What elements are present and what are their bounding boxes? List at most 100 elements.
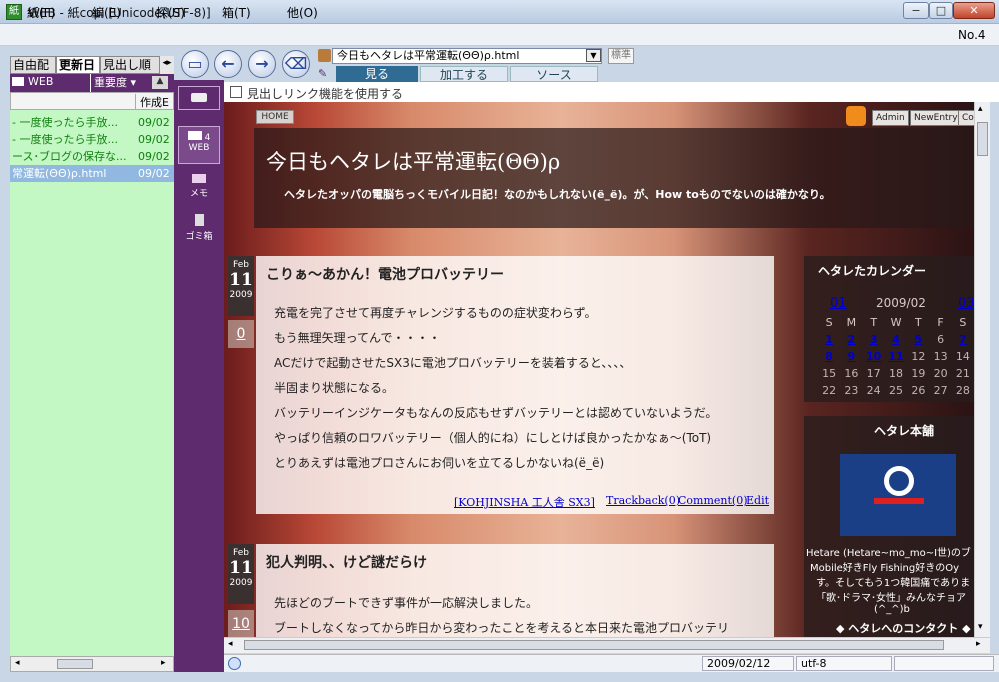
post-title[interactable]: 犯人判明、、けど謎だらけ — [266, 552, 427, 572]
tab-edit[interactable]: 加工する — [420, 66, 508, 82]
menu-other[interactable]: 他(O) — [287, 4, 318, 21]
list-item-title: - 一度使ったら手放... — [12, 133, 118, 146]
url-field[interactable]: 今日もヘタレは平常運転(ΘΘ)ρ.html — [332, 48, 602, 64]
scroll-right-icon[interactable]: ▸ — [976, 639, 981, 649]
calendar-prev-link[interactable]: 01 — [830, 296, 847, 311]
status-encoding: utf-8 — [796, 656, 892, 671]
new-entry-button[interactable]: NewEntry — [910, 110, 962, 126]
scroll-right-icon[interactable]: ▸ — [161, 658, 166, 668]
folder-up-icon[interactable]: ▲ — [152, 76, 168, 89]
scroll-thumb[interactable] — [977, 122, 988, 156]
folder-web[interactable]: 4 WEB — [178, 126, 220, 164]
folder-memo[interactable]: メモ — [178, 174, 220, 204]
minimize-button[interactable]: − — [903, 2, 929, 19]
calendar-day-link[interactable]: 1 — [818, 331, 840, 348]
close-button[interactable]: ✕ — [953, 2, 995, 19]
tab-updated[interactable]: 更新日 — [56, 56, 100, 74]
shop-widget: ヘタレ本舗 Hetare (Hetare~mo_mo~Ⅰ世)のブ Mobile好… — [804, 416, 974, 637]
column-created[interactable]: 作成E — [135, 94, 169, 109]
trackback-link[interactable]: Trackback(0) — [606, 494, 680, 507]
calendar-day: 26 — [911, 384, 926, 397]
calendar-day: 19 — [911, 367, 926, 380]
list-item-date: 09/02 — [138, 116, 170, 129]
list-item[interactable]: - 一度使ったら手放... 09/02 — [10, 114, 174, 131]
calendar-day: 20 — [933, 367, 948, 380]
post-title[interactable]: こりぁ～あかん！電池プロバッテリー — [266, 264, 504, 284]
scroll-up-icon[interactable]: ▴ — [978, 104, 983, 114]
delete-button[interactable]: ⌫ — [282, 50, 310, 78]
calendar-day-link[interactable]: 5 — [907, 331, 929, 348]
calendar-day-link[interactable]: 3 — [863, 331, 885, 348]
menu-box[interactable]: 箱(T) — [222, 4, 251, 21]
comment-count[interactable]: 10 — [228, 610, 254, 637]
list-item-selected[interactable]: 常運転(ΘΘ)ρ.html 09/02 — [10, 165, 174, 182]
rss-icon[interactable] — [846, 106, 866, 126]
shop-desc: Mobile好きFly Fishing好きのOy — [810, 563, 960, 574]
blog-title[interactable]: 今日もヘタレは平常運転(ΘΘ)ρ — [266, 146, 560, 176]
calendar-week: 1234567 — [818, 331, 974, 348]
more-button[interactable]: Co — [958, 110, 974, 126]
calendar-next-link[interactable]: 03 — [958, 296, 974, 311]
calendar-day: 14 — [955, 350, 970, 363]
headline-link-checkbox[interactable] — [230, 86, 242, 98]
edit-link[interactable]: Edit — [746, 494, 769, 507]
calendar-weekdays: SMTWTFS — [818, 314, 974, 331]
list-item-date: 09/02 — [138, 167, 170, 180]
status-date: 2009/02/12 — [702, 656, 794, 671]
calendar-day-link[interactable]: 11 — [885, 348, 907, 365]
tab-headline[interactable]: 見出し順 — [100, 56, 160, 74]
calendar-day-link[interactable]: 2 — [840, 331, 862, 348]
post-line: とりあえずは電池プロさんにお伺いを立てるしかないね(ë_ë) — [274, 456, 605, 470]
calendar-day-link[interactable]: 4 — [885, 331, 907, 348]
admin-button[interactable]: Admin — [872, 110, 909, 126]
list-header: WEB 重要度 ▾ ▲ — [10, 74, 174, 92]
scroll-left-icon[interactable]: ◂ — [15, 658, 20, 668]
left-horizontal-scrollbar[interactable]: ◂ ▸ — [10, 656, 174, 672]
calendar-day-link[interactable]: 10 — [863, 348, 885, 365]
contact-link[interactable]: ◆ ヘタレへのコンタクト ◆ — [836, 620, 971, 636]
calendar-day-link[interactable]: 8 — [818, 348, 840, 365]
onsen-roof-mark — [874, 498, 924, 522]
calendar-widget: ヘタレたカレンダー 01 2009/02 03 SMTWTFS 1234567 … — [804, 256, 974, 402]
category-link[interactable]: [KOHJINSHA 工人舎 SX3] — [454, 494, 595, 510]
list-item[interactable]: ース･ブログの保存な... 09/02 — [10, 148, 174, 165]
scroll-thumb[interactable] — [244, 640, 944, 650]
tab-source[interactable]: ソース — [510, 66, 598, 82]
sort-dropdown[interactable]: 重要度 ▾ — [90, 74, 136, 92]
new-page-button[interactable]: ▭ — [181, 50, 209, 78]
blog-subtitle: ヘタレたオッパの電脳ちっくモバイル日記！なのかもしれない(ë_ë)。が、How … — [284, 188, 831, 201]
shop-banner-image[interactable] — [840, 454, 956, 536]
list-item-title: ース･ブログの保存な... — [12, 150, 127, 163]
post-date: Feb 11 2009 — [228, 544, 254, 604]
menu-edit[interactable]: 編(E) — [92, 4, 121, 21]
post-month: Feb — [233, 260, 249, 270]
standard-button[interactable]: 標準 — [608, 48, 634, 64]
home-button[interactable]: HOME — [256, 110, 294, 124]
web-horizontal-scrollbar[interactable]: ◂ ▸ — [224, 637, 990, 653]
web-vertical-scrollbar[interactable]: ▴ ▾ — [974, 102, 990, 637]
calendar-day: 22 — [822, 384, 837, 397]
maximize-button[interactable]: □ — [929, 2, 953, 19]
menu-file[interactable]: 紙(F) — [27, 4, 55, 21]
folder-trash[interactable]: ゴミ箱 — [178, 214, 220, 244]
scroll-down-icon[interactable]: ▾ — [978, 622, 983, 632]
back-button[interactable]: ← — [214, 50, 242, 78]
calendar-day-link[interactable]: 9 — [840, 348, 862, 365]
forward-button[interactable]: → — [248, 50, 276, 78]
list-item-date: 09/02 — [138, 150, 170, 163]
list-item[interactable]: - 一度使ったら手放... 09/02 — [10, 131, 174, 148]
calendar-day-link[interactable]: 7 — [952, 331, 974, 348]
comment-count[interactable]: 0 — [228, 320, 254, 348]
tab-view[interactable]: 見る — [336, 66, 418, 82]
tab-free[interactable]: 自由配 — [10, 56, 56, 74]
folder-eraser[interactable] — [178, 86, 220, 110]
scroll-left-icon[interactable]: ◂ — [228, 639, 233, 649]
chevron-down-icon[interactable]: ▼ — [586, 49, 601, 62]
menu-search[interactable]: 探(S) — [156, 4, 185, 21]
comment-link[interactable]: Comment(0) — [678, 494, 748, 507]
trash-icon — [194, 214, 204, 226]
scroll-thumb[interactable] — [57, 659, 93, 669]
shop-desc: す。そしてもう1つ韓国痛でありま — [816, 578, 971, 589]
calendar-day: 25 — [889, 384, 904, 397]
tab-scroll-icon[interactable]: ◂▸ — [160, 58, 174, 68]
